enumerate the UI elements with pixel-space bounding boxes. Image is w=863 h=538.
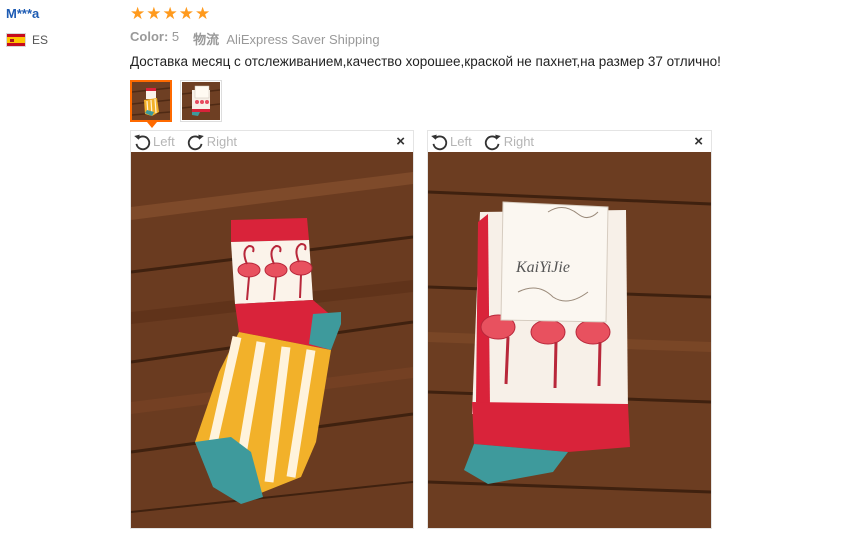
shipping-label: 物流 bbox=[193, 32, 220, 47]
rotate-right-icon bbox=[187, 134, 204, 150]
star-icon: ★ bbox=[130, 4, 146, 23]
star-icon: ★ bbox=[146, 4, 162, 23]
photo-viewer-1: Left Right × bbox=[130, 130, 414, 529]
star-rating: ★ ★ ★ ★ ★ bbox=[130, 5, 210, 22]
thumbnail-1[interactable] bbox=[130, 80, 172, 128]
rotate-right-icon bbox=[484, 134, 501, 150]
review-photo-2: KaiYiJie bbox=[428, 152, 711, 528]
star-icon: ★ bbox=[162, 4, 178, 23]
rotate-left-button[interactable]: Left bbox=[428, 131, 472, 153]
order-info: Color: 5 物流 AliExpress Saver Shipping bbox=[130, 29, 380, 48]
color-label: Color: bbox=[130, 29, 169, 44]
review-text: Доставка месяц с отслеживанием,качество … bbox=[130, 54, 721, 69]
reviewer-name: M***a bbox=[6, 6, 40, 21]
rotate-left-icon bbox=[431, 134, 448, 150]
rotate-right-label: Right bbox=[503, 134, 535, 149]
star-icon: ★ bbox=[178, 4, 194, 23]
photo-viewer-2: Left Right × KaiYiJie bbox=[427, 130, 712, 529]
thumbnail-2[interactable] bbox=[180, 80, 222, 122]
rotate-left-label: Left bbox=[450, 134, 472, 149]
shipping-info: 物流 AliExpress Saver Shipping bbox=[193, 29, 379, 48]
photo-thumbnails bbox=[130, 80, 222, 128]
color-value: 5 bbox=[171, 29, 180, 44]
shipping-value: AliExpress Saver Shipping bbox=[226, 32, 380, 47]
review-photo-1 bbox=[131, 152, 413, 528]
spain-flag-icon bbox=[6, 33, 26, 47]
rotate-right-label: Right bbox=[206, 134, 238, 149]
rotate-right-button[interactable]: Right bbox=[185, 131, 237, 153]
rotate-right-button[interactable]: Right bbox=[482, 131, 534, 153]
viewer-toolbar: Left Right × bbox=[131, 131, 413, 152]
thumbnail-2-image bbox=[182, 82, 220, 120]
close-viewer-button[interactable]: × bbox=[694, 134, 703, 149]
rotate-left-label: Left bbox=[153, 134, 175, 149]
rotate-left-icon bbox=[134, 134, 151, 150]
thumbnail-1-image bbox=[132, 82, 170, 120]
star-icon: ★ bbox=[195, 4, 211, 23]
rotate-left-button[interactable]: Left bbox=[131, 131, 175, 153]
close-viewer-button[interactable]: × bbox=[396, 134, 405, 149]
country-code: ES bbox=[32, 33, 49, 47]
product-tag-brand: KaiYiJie bbox=[515, 259, 570, 276]
viewer-toolbar: Left Right × bbox=[428, 131, 711, 152]
color-info: Color: 5 bbox=[130, 29, 179, 48]
reviewer-country: ES bbox=[6, 33, 48, 47]
